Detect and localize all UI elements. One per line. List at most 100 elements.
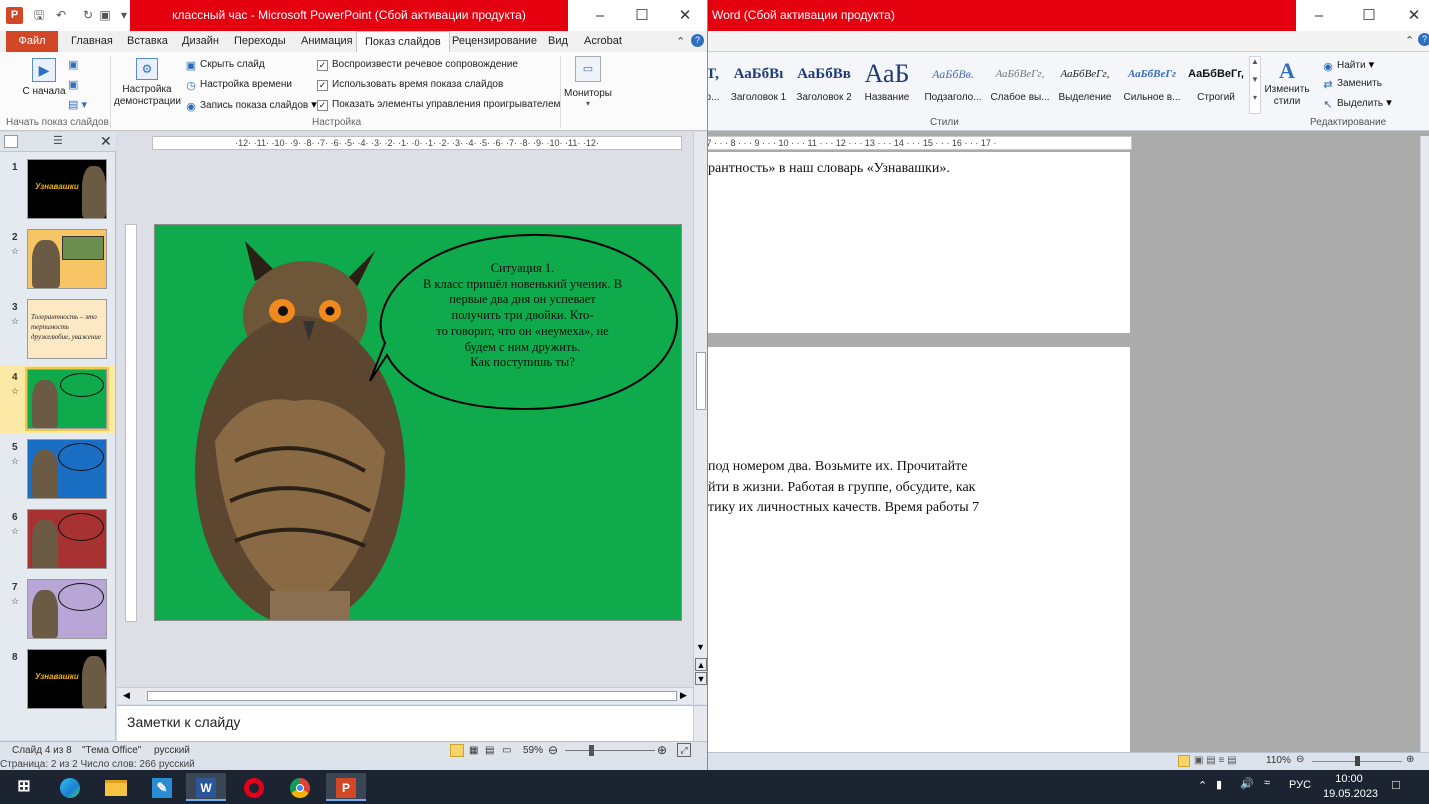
network-icon[interactable]: ≈ [1264,777,1270,789]
word-maximize-button[interactable]: ☐ [1347,0,1391,31]
undo-icon[interactable]: ↶ [52,7,70,24]
ppt-zoom-in-icon[interactable]: ⊕ [657,742,667,759]
volume-icon[interactable]: 🔊 [1240,777,1254,790]
play-narrations-checkbox[interactable]: ✓ Воспроизвести речевое сопровождение [317,58,518,71]
fit-to-window-icon[interactable]: ⤢ [677,743,691,757]
clock[interactable]: 10:00 19.05.2023 [1323,772,1378,802]
slides-tab-icon[interactable] [4,135,18,148]
slide-thumbnail-4[interactable] [25,367,109,431]
save-icon[interactable]: 🖫 [30,7,48,24]
word-help-icon[interactable]: ? [1418,33,1429,46]
tab-file[interactable]: Файл [6,31,58,52]
setup-slideshow-button[interactable]: ⚙ Настройка демонстрации [114,58,181,108]
show-controls-checkbox[interactable]: ✓ Показать элементы управления проигрыват… [317,98,560,111]
style-title[interactable]: АаБ Название [858,60,916,120]
file-explorer-icon[interactable] [96,773,136,801]
slide-thumbnail-2[interactable] [27,229,107,289]
replace-button[interactable]: ⇄ Заменить [1322,77,1382,91]
tab-view[interactable]: Вид [540,31,576,52]
style-subtle-emphasis[interactable]: АаБбВеГг, Слабое вы... [988,60,1052,120]
slide-thumbnail-8[interactable]: Узнавашки [27,649,107,709]
tab-insert[interactable]: Вставка [119,31,176,52]
powerpoint-taskbar-icon[interactable]: P [326,773,366,801]
word-vertical-scrollbar[interactable] [1420,136,1429,752]
ppt-zoom-out-icon[interactable]: ⊖ [548,742,558,759]
word-zoom-thumb[interactable] [1355,756,1360,766]
scroll-down-arrow-icon[interactable]: ▼ [696,642,705,652]
from-current-slide-icon[interactable]: ▣ [68,58,78,71]
outline-tab-icon[interactable]: ☰ [53,134,63,147]
change-styles-button[interactable]: A Изменить стили [1262,58,1312,108]
notepad-icon[interactable]: ✎ [142,773,182,801]
hide-slide-button[interactable]: ▣ Скрыть слайд [185,58,265,72]
word-taskbar-icon[interactable]: W [186,773,226,801]
use-timings-checkbox[interactable]: ✓ Использовать время показа слайдов [317,78,503,91]
previous-slide-icon[interactable]: ▲ [695,658,707,671]
scroll-left-arrow-icon[interactable]: ◀ [123,690,130,701]
tab-acrobat[interactable]: Acrobat [576,31,630,52]
slide-thumbnail-7[interactable] [27,579,107,639]
ppt-minimize-button[interactable]: – [578,0,622,31]
tab-design[interactable]: Дизайн [174,31,227,52]
slide-vertical-scrollbar[interactable]: ▼ ▲ ▼ [693,132,707,704]
ppt-close-button[interactable]: ✕ [663,0,707,31]
normal-view-icon[interactable] [450,744,464,757]
input-language[interactable]: РУС [1289,779,1311,791]
custom-show-icon[interactable]: ▤ ▾ [68,98,87,111]
print-layout-view-icon[interactable] [1178,755,1190,767]
styles-scroll-control[interactable]: ▲ ▼ ▾ [1249,56,1261,114]
notes-pane[interactable]: Заметки к слайду [117,705,707,742]
next-slide-icon[interactable]: ▼ [695,672,707,685]
scroll-right-arrow-icon[interactable]: ▶ [680,690,687,701]
ppt-maximize-button[interactable]: ☐ [620,0,664,31]
tab-slideshow[interactable]: Показ слайдов [356,31,450,53]
powerpoint-logo-icon[interactable]: P [6,7,23,24]
style-strong[interactable]: АаБбВеГг, Строгий [1186,60,1246,120]
tray-chevron-icon[interactable]: ⌃ [1198,779,1207,792]
slide-thumbnail-5[interactable] [27,439,107,499]
slide-thumbnail-6[interactable] [27,509,107,569]
slide-thumbnail-3[interactable]: Толерантность – это терпимость дружелюби… [27,299,107,359]
slide-thumbnail-1[interactable]: Узнавашки [27,159,107,219]
find-button[interactable]: ◉ Найти ▾ [1322,58,1374,73]
repeat-icon[interactable]: ↻ [79,7,97,24]
slide-horizontal-scrollbar[interactable]: ◀ ▶ [117,687,693,704]
from-start-button[interactable]: ▶ С начала [20,58,68,98]
battery-icon[interactable]: ▮ [1216,778,1222,791]
style-heading1[interactable]: АаБбВı Заголовок 1 [727,60,790,120]
ppt-help-icon[interactable]: ? [691,34,704,47]
close-pane-icon[interactable]: ✕ [100,133,112,150]
word-collapse-ribbon-icon[interactable]: ⌃ [1405,34,1414,47]
word-close-button[interactable]: ✕ [1392,0,1429,31]
word-zoom-out-icon[interactable]: ⊖ [1296,754,1304,765]
edge-icon[interactable] [50,773,90,801]
windows-start-icon[interactable]: ⊞ [4,773,44,801]
style-emphasis[interactable]: АаБбВеГг, Выделение [1054,60,1116,120]
rehearse-timings-button[interactable]: ◷ Настройка времени [185,78,292,92]
tab-review[interactable]: Рецензирование [444,31,545,52]
current-slide[interactable]: Ситуация 1. В класс пришёл новенький уче… [154,224,682,621]
horizontal-scroll-thumb[interactable] [147,691,677,701]
slideshow-view-icon[interactable]: ▭ [502,742,511,759]
opera-icon[interactable] [234,773,274,801]
tab-transitions[interactable]: Переходы [226,31,294,52]
select-button[interactable]: ↖ Выделить ▾ [1322,96,1391,111]
style-heading2[interactable]: АаБбВв Заголовок 2 [792,60,856,120]
monitors-button[interactable]: ▭ Мониторы ▾ [563,56,613,108]
view-icons[interactable]: ▣ ▤ ≡ ▤ [1194,755,1237,766]
record-slideshow-button[interactable]: ◉ Запись показа слайдов ▾ [185,98,317,113]
ppt-zoom-thumb[interactable] [589,745,594,756]
tab-home[interactable]: Главная [63,31,121,52]
notes-placeholder[interactable]: Заметки к слайду [127,714,240,730]
word-minimize-button[interactable]: – [1297,0,1341,31]
notes-scrollbar[interactable] [693,706,707,742]
broadcast-icon[interactable]: ▣ [68,78,78,91]
speech-bubble-text[interactable]: Ситуация 1. В класс пришёл новенький уче… [390,261,655,371]
style-intense-emphasis[interactable]: АаБбВеГг Сильное в... [1120,60,1184,120]
tab-animations[interactable]: Анимация [293,31,361,52]
slide-sorter-icon[interactable]: ▦ [469,742,478,759]
slideshow-qat-icon[interactable]: ▣ [96,7,114,24]
ppt-collapse-ribbon-icon[interactable]: ⌃ [676,35,685,48]
scroll-thumb[interactable] [696,352,706,410]
reading-view-icon[interactable]: ▤ [485,742,494,759]
